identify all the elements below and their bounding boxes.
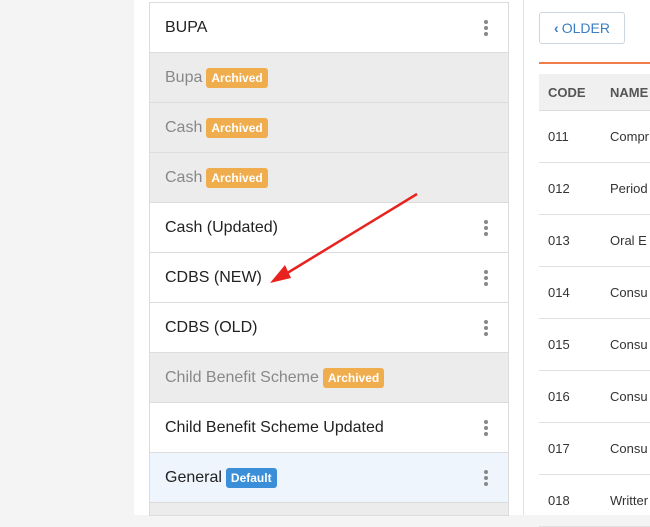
scheme-label: Child Benefit Scheme Updated xyxy=(165,418,384,436)
scheme-label: CDBS (NEW) xyxy=(165,268,262,286)
name-cell: Writter xyxy=(601,474,650,527)
table-row[interactable]: 015 Consu xyxy=(539,318,650,371)
scheme-item[interactable]: CDBS (NEW) xyxy=(150,253,508,303)
scheme-label: Cash xyxy=(165,118,203,136)
table-row[interactable]: 012 Period xyxy=(539,162,650,215)
scheme-item[interactable]: CDBS (OLD) xyxy=(150,303,508,353)
name-cell: Consu xyxy=(601,422,650,475)
scheme-label: Cash xyxy=(165,168,203,186)
table-row[interactable]: 016 Consu xyxy=(539,370,650,423)
code-cell: 017 xyxy=(539,422,601,475)
scheme-label: BUPA xyxy=(165,18,208,36)
scheme-label: Cash (Updated) xyxy=(165,218,278,236)
scheme-item[interactable]: Child Benefit Scheme Updated xyxy=(150,403,508,453)
more-options-icon[interactable] xyxy=(484,19,488,36)
scheme-label: Child Benefit Scheme xyxy=(165,368,319,386)
name-cell: Consu xyxy=(601,370,650,423)
default-badge: Default xyxy=(225,467,277,488)
code-cell: 018 xyxy=(539,474,601,527)
table-row[interactable]: 011 Compr xyxy=(539,110,650,163)
code-cell: 016 xyxy=(539,370,601,423)
codes-table: CODE NAME 011 Compr 012 Period 013 Oral E 014 C… xyxy=(539,74,650,527)
code-cell: 015 xyxy=(539,318,601,371)
name-cell: Compr xyxy=(601,110,650,163)
scheme-item[interactable]: Cash Archived xyxy=(150,103,508,153)
archived-badge: Archived xyxy=(322,367,385,388)
code-cell: 013 xyxy=(539,214,601,267)
codes-panel: ‹ OLDER CODE NAME 011 Compr 012 Period 013 Or… xyxy=(524,0,650,527)
code-cell: 014 xyxy=(539,266,601,319)
archived-badge: Archived xyxy=(206,117,268,138)
name-cell: Oral E xyxy=(601,214,650,267)
more-options-icon[interactable] xyxy=(484,219,488,236)
scheme-label: CDBS (OLD) xyxy=(165,318,258,336)
name-cell: Consu xyxy=(601,318,650,371)
accent-divider xyxy=(539,62,650,64)
older-button-label: OLDER xyxy=(561,20,610,36)
scheme-item[interactable]: Bupa Archived xyxy=(150,53,508,103)
code-cell: 011 xyxy=(539,110,601,163)
scheme-list: BUPA Bupa Archived Cash Archived Cash Archived… xyxy=(149,2,509,516)
scheme-item[interactable]: Cash (Updated) xyxy=(150,203,508,253)
scheme-label: General xyxy=(165,468,222,486)
scheme-item[interactable]: General Default xyxy=(150,453,508,503)
more-options-icon[interactable] xyxy=(484,469,488,486)
table-row[interactable]: 017 Consu xyxy=(539,422,650,475)
column-header-code[interactable]: CODE xyxy=(539,74,601,111)
scheme-list-panel: BUPA Bupa Archived Cash Archived Cash Archived… xyxy=(134,0,524,516)
scheme-label: Bupa xyxy=(165,68,203,86)
table-row[interactable]: 014 Consu xyxy=(539,266,650,319)
scheme-item[interactable]: Cash Archived xyxy=(150,153,508,203)
scheme-item[interactable]: Child Benefit Scheme Archived xyxy=(150,353,508,403)
table-row[interactable]: 013 Oral E xyxy=(539,214,650,267)
table-header-row: CODE NAME xyxy=(539,74,650,111)
scheme-item[interactable] xyxy=(150,503,508,516)
left-gutter xyxy=(0,0,135,515)
chevron-left-icon: ‹ xyxy=(554,20,559,36)
column-header-name[interactable]: NAME xyxy=(601,74,650,111)
more-options-icon[interactable] xyxy=(484,319,488,336)
older-button[interactable]: ‹ OLDER xyxy=(539,12,625,44)
archived-badge: Archived xyxy=(206,67,268,88)
more-options-icon[interactable] xyxy=(484,269,488,286)
code-cell: 012 xyxy=(539,162,601,215)
more-options-icon[interactable] xyxy=(484,419,488,436)
scheme-item[interactable]: BUPA xyxy=(150,3,508,53)
name-cell: Period xyxy=(601,162,650,215)
table-row[interactable]: 018 Writter xyxy=(539,474,650,527)
archived-badge: Archived xyxy=(206,167,268,188)
name-cell: Consu xyxy=(601,266,650,319)
